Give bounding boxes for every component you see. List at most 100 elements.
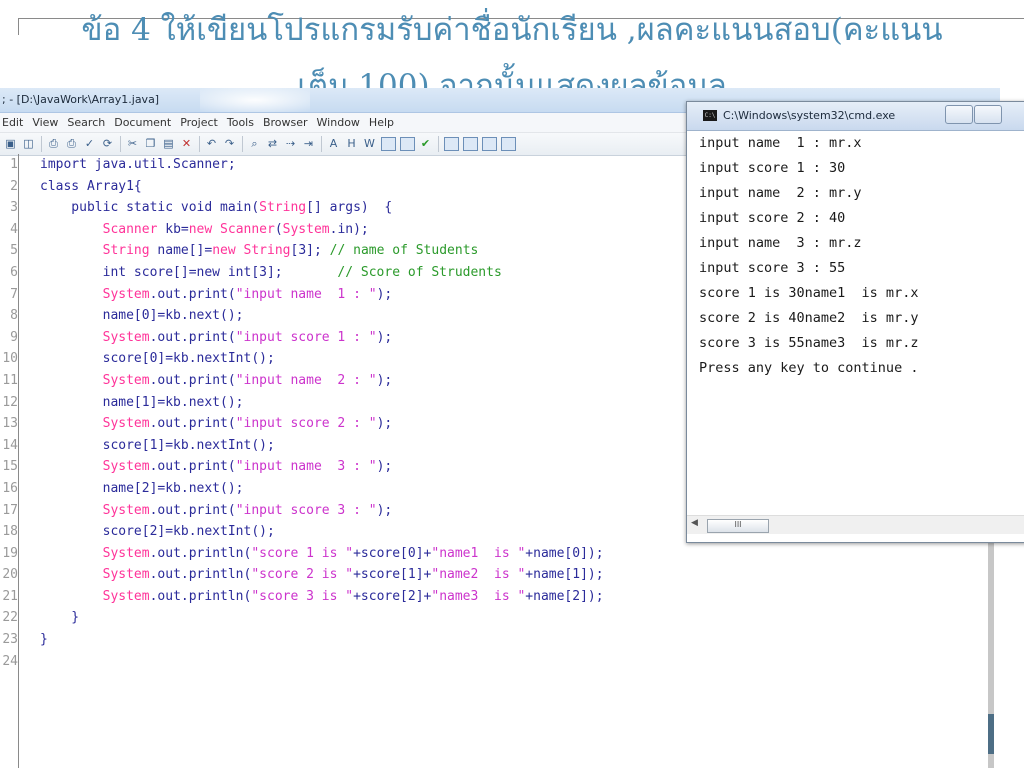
cut-icon[interactable]: ✂ [124, 136, 141, 152]
code-token: .out.println( [149, 567, 252, 583]
view-list-icon[interactable] [444, 137, 459, 151]
scrollbar-thumb[interactable] [988, 714, 994, 754]
code-token: "input name 1 : " [235, 286, 377, 302]
html-icon[interactable]: H [343, 136, 360, 152]
menu-item-document[interactable]: Document [114, 116, 171, 129]
code-token: "input score 2 : " [235, 416, 377, 432]
cmd-title: C:\Windows\system32\cmd.exe [723, 109, 896, 122]
line-number: 20 [2, 567, 18, 583]
view-clip-icon[interactable] [482, 137, 497, 151]
code-line: 19 System.out.println("score 1 is "+scor… [0, 543, 994, 565]
cmd-titlebar[interactable]: C:\ C:\Windows\system32\cmd.exe [687, 102, 1024, 131]
code-token: // name of Students [329, 243, 479, 259]
code-text: } [40, 629, 48, 651]
menu-item-help[interactable]: Help [369, 116, 394, 129]
menu-item-view[interactable]: View [32, 116, 58, 129]
print-preview-icon[interactable]: ⎙ [45, 136, 62, 152]
scroll-left-icon[interactable]: ◀ [691, 518, 698, 528]
minimize-button[interactable] [945, 105, 973, 124]
paste-icon[interactable]: ▤ [160, 136, 177, 152]
view-output-icon[interactable] [463, 137, 478, 151]
code-token: +name[1]); [525, 567, 604, 583]
cmd-window: C:\ C:\Windows\system32\cmd.exe input na… [686, 101, 1024, 543]
code-token: "score 2 is " [251, 567, 354, 583]
save-icon[interactable]: ▣ [2, 136, 19, 152]
code-text: System.out.print("input name 1 : "); [40, 284, 393, 306]
cmd-output[interactable]: input name 1 : mr.x input score 1 : 30 inp… [687, 131, 1024, 511]
code-text: System.out.print("input name 2 : "); [40, 370, 393, 392]
toolbar-separator [438, 136, 439, 152]
menu-item-browser[interactable]: Browser [263, 116, 308, 129]
line-numbers-icon[interactable] [381, 137, 396, 151]
code-text: } [40, 607, 79, 629]
code-text: name[2]=kb.next(); [40, 478, 244, 500]
menu-item-edit[interactable]: Edit [2, 116, 23, 129]
line-number: 13 [2, 416, 18, 432]
save-all-icon[interactable]: ◫ [20, 136, 37, 152]
code-token: "score 1 is " [251, 545, 354, 561]
code-text: String name[]=new String[3]; // name of … [40, 240, 479, 262]
code-token: System [102, 588, 150, 604]
menu-item-search[interactable]: Search [67, 116, 105, 129]
console-line: Press any key to continue . [699, 360, 919, 376]
code-text: System.out.println("score 3 is "+score[2… [40, 586, 604, 608]
code-token: new Scanner [188, 221, 275, 237]
editor-title: ; - [D:\JavaWork\Array1.java] [2, 93, 160, 106]
goto-icon[interactable]: ⇢ [282, 136, 299, 152]
line-number: 9 [10, 329, 18, 345]
indent-icon[interactable]: ⇥ [300, 136, 317, 152]
replace-icon[interactable]: ⇄ [264, 136, 281, 152]
column-mode-icon[interactable] [400, 137, 415, 151]
code-text: import java.util.Scanner; [40, 154, 236, 176]
menu-item-tools[interactable]: Tools [227, 116, 254, 129]
code-token: System [102, 545, 150, 561]
code-text: Scanner kb=new Scanner(System.in); [40, 219, 369, 241]
code-token: +score[2]+ [353, 588, 432, 604]
spell-check-icon[interactable]: ✓ [81, 136, 98, 152]
console-line: input score 3 : 55 [699, 260, 846, 276]
copy-icon[interactable]: ❐ [142, 136, 159, 152]
delete-icon[interactable]: ✕ [178, 136, 195, 152]
check-icon[interactable]: ✔ [417, 136, 434, 152]
cmd-horizontal-scrollbar[interactable]: ◀ III [687, 515, 1024, 534]
code-line: 24 [0, 651, 994, 673]
code-token: .out.print( [149, 459, 236, 475]
code-token: "input name 3 : " [235, 459, 377, 475]
word-wrap-icon[interactable]: W [361, 136, 378, 152]
menu-item-window[interactable]: Window [317, 116, 360, 129]
print-icon[interactable]: ⎙ [63, 136, 80, 152]
console-line: input name 3 : mr.z [699, 235, 862, 251]
console-line: score 1 is 30name1 is mr.x [699, 285, 919, 301]
undo-icon[interactable]: ↶ [203, 136, 220, 152]
code-token: String [102, 243, 150, 259]
code-text: System.out.print("input score 1 : "); [40, 327, 393, 349]
code-token: int score[]=new int[3]; [40, 264, 338, 280]
refresh-icon[interactable]: ⟳ [99, 136, 116, 152]
code-token: "input name 2 : " [235, 372, 377, 388]
maximize-button[interactable] [974, 105, 1002, 124]
code-token: System [102, 502, 150, 518]
code-token: "score 3 is " [251, 588, 354, 604]
redo-icon[interactable]: ↷ [221, 136, 238, 152]
code-text: System.out.print("input score 3 : "); [40, 500, 393, 522]
code-text: System.out.print("input name 3 : "); [40, 456, 393, 478]
find-icon[interactable]: ⌕ [246, 136, 263, 152]
line-number: 10 [2, 351, 18, 367]
line-number: 12 [2, 394, 18, 410]
line-number: 14 [2, 437, 18, 453]
cmd-icon: C:\ [703, 110, 717, 121]
view-dir-icon[interactable] [501, 137, 516, 151]
code-text: System.out.print("input score 2 : "); [40, 413, 393, 435]
font-icon[interactable]: A [325, 136, 342, 152]
line-number: 16 [2, 480, 18, 496]
line-number: 7 [10, 286, 18, 302]
console-line: score 3 is 55name3 is mr.z [699, 335, 919, 351]
menu-item-project[interactable]: Project [180, 116, 218, 129]
code-token: "input score 3 : " [235, 502, 377, 518]
cmd-scrollbar-thumb[interactable]: III [707, 519, 769, 533]
